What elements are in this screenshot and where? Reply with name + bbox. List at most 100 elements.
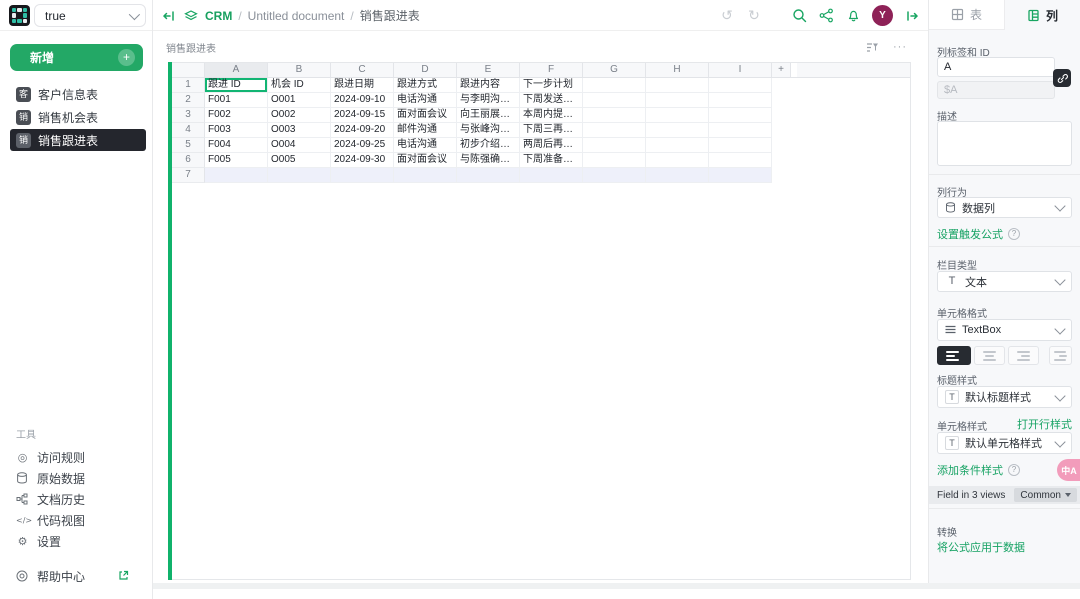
cell[interactable]: F002 — [205, 108, 268, 123]
row-number[interactable]: 4 — [172, 123, 205, 138]
breadcrumb-page[interactable]: 销售跟进表 — [360, 7, 420, 24]
cell[interactable] — [709, 123, 772, 138]
cell[interactable]: 与陈强确认课... — [457, 153, 520, 168]
cell[interactable] — [709, 168, 772, 183]
link-id-button[interactable] — [1053, 69, 1071, 87]
cell[interactable] — [583, 123, 646, 138]
cell[interactable]: 电话沟通 — [394, 93, 457, 108]
more-options-icon[interactable]: ··· — [892, 39, 908, 55]
cell[interactable] — [583, 153, 646, 168]
cell[interactable] — [646, 78, 709, 93]
cell[interactable]: 两周后再次跟进 — [520, 138, 583, 153]
cell[interactable]: 2024-09-20 — [331, 123, 394, 138]
external-link-icon[interactable] — [118, 570, 129, 581]
cell[interactable] — [646, 93, 709, 108]
column-behavior-dropdown[interactable]: 数据列 — [937, 197, 1072, 218]
cell[interactable]: 面对面会议 — [394, 108, 457, 123]
cell[interactable]: 与张峰沟通服... — [457, 123, 520, 138]
cell[interactable]: 与李明沟通，... — [457, 93, 520, 108]
cell-style-dropdown[interactable]: T 默认单元格样式 — [937, 432, 1072, 454]
cell[interactable]: 跟进日期 — [331, 78, 394, 93]
cell[interactable] — [268, 168, 331, 183]
cell[interactable]: 机会 ID — [268, 78, 331, 93]
cell[interactable]: F005 — [205, 153, 268, 168]
column-header[interactable]: B — [268, 63, 331, 77]
share-icon[interactable] — [818, 8, 834, 24]
tab-table[interactable]: 表 — [929, 0, 1005, 30]
sidebar-item-help-center[interactable]: 帮助中心 — [0, 566, 153, 587]
cell[interactable] — [709, 78, 772, 93]
row-number[interactable]: 7 — [172, 168, 205, 183]
cell[interactable] — [583, 168, 646, 183]
sidebar-item-access-rules[interactable]: ◎ 访问规则 — [0, 447, 153, 468]
row-number[interactable]: 3 — [172, 108, 205, 123]
column-header[interactable]: G — [583, 63, 646, 77]
cell[interactable]: O002 — [268, 108, 331, 123]
cell[interactable] — [394, 168, 457, 183]
cell[interactable]: O001 — [268, 93, 331, 108]
row-number[interactable]: 1 — [172, 78, 205, 93]
cell[interactable]: 邮件沟通 — [394, 123, 457, 138]
horizontal-scrollbar[interactable] — [153, 583, 1080, 589]
sidebar-item-raw-data[interactable]: 原始数据 — [0, 468, 153, 489]
breadcrumb-document[interactable]: Untitled document — [248, 9, 345, 23]
add-conditional-style-link[interactable]: 添加条件样式 — [937, 462, 1003, 478]
apply-formula-link[interactable]: 将公式应用于数据 — [937, 539, 1025, 555]
cell[interactable]: 2024-09-10 — [331, 93, 394, 108]
breadcrumb-root[interactable]: CRM — [205, 9, 232, 23]
workspace-dropdown[interactable]: true — [34, 4, 146, 27]
row-number[interactable]: 6 — [172, 153, 205, 168]
open-row-style-link[interactable]: 打开行样式 — [1017, 416, 1072, 432]
row-number[interactable]: 5 — [172, 138, 205, 153]
layers-icon[interactable] — [183, 8, 199, 24]
cell[interactable]: 电话沟通 — [394, 138, 457, 153]
cell[interactable] — [709, 138, 772, 153]
cell[interactable]: 向王丽展示设... — [457, 108, 520, 123]
column-header[interactable]: C — [331, 63, 394, 77]
undo-icon[interactable]: ↺ — [719, 8, 735, 24]
cell[interactable] — [583, 138, 646, 153]
cell[interactable]: 下周准备合作... — [520, 153, 583, 168]
cell[interactable] — [205, 168, 268, 183]
cell-A1[interactable]: 跟进 ID — [205, 78, 268, 93]
description-textarea[interactable] — [937, 121, 1072, 166]
cell[interactable] — [583, 78, 646, 93]
translate-extension-badge[interactable]: 中A — [1057, 459, 1080, 481]
cell[interactable] — [646, 153, 709, 168]
cell[interactable]: 跟进方式 — [394, 78, 457, 93]
common-dropdown-button[interactable]: Common — [1014, 488, 1077, 502]
cell[interactable] — [457, 168, 520, 183]
collapse-sidebar-icon[interactable] — [161, 8, 177, 24]
column-header[interactable]: A — [205, 63, 268, 77]
cell[interactable] — [583, 108, 646, 123]
cell[interactable]: 2024-09-30 — [331, 153, 394, 168]
cell[interactable] — [646, 123, 709, 138]
corner-cell[interactable] — [172, 63, 205, 77]
sidebar-item-sales-followup[interactable]: 销 销售跟进表 — [10, 129, 146, 151]
cell[interactable] — [331, 168, 394, 183]
cell[interactable] — [583, 93, 646, 108]
help-question-icon[interactable]: ? — [1008, 464, 1020, 476]
column-header[interactable]: I — [709, 63, 772, 77]
sidebar-item-customer-info[interactable]: 客 客户信息表 — [10, 83, 146, 105]
cell[interactable] — [646, 138, 709, 153]
search-icon[interactable] — [791, 8, 807, 24]
cell[interactable]: 本周内提供详... — [520, 108, 583, 123]
cell[interactable]: O004 — [268, 138, 331, 153]
title-style-dropdown[interactable]: T 默认标题样式 — [937, 386, 1072, 408]
cell[interactable]: F003 — [205, 123, 268, 138]
sidebar-item-sales-opportunity[interactable]: 销 销售机会表 — [10, 106, 146, 128]
app-logo-icon[interactable] — [9, 5, 30, 26]
cell[interactable]: 下一步计划 — [520, 78, 583, 93]
help-question-icon[interactable]: ? — [1008, 228, 1020, 240]
set-trigger-formula-link[interactable]: 设置触发公式 — [937, 226, 1003, 242]
cell[interactable] — [646, 108, 709, 123]
cell-format-dropdown[interactable]: TextBox — [937, 319, 1072, 341]
cell[interactable]: F001 — [205, 93, 268, 108]
notifications-bell-icon[interactable] — [845, 8, 861, 24]
column-header[interactable]: H — [646, 63, 709, 77]
cell[interactable] — [646, 168, 709, 183]
column-header[interactable]: E — [457, 63, 520, 77]
cell[interactable] — [709, 153, 772, 168]
sidebar-item-code-view[interactable]: </> 代码视图 — [0, 510, 153, 531]
